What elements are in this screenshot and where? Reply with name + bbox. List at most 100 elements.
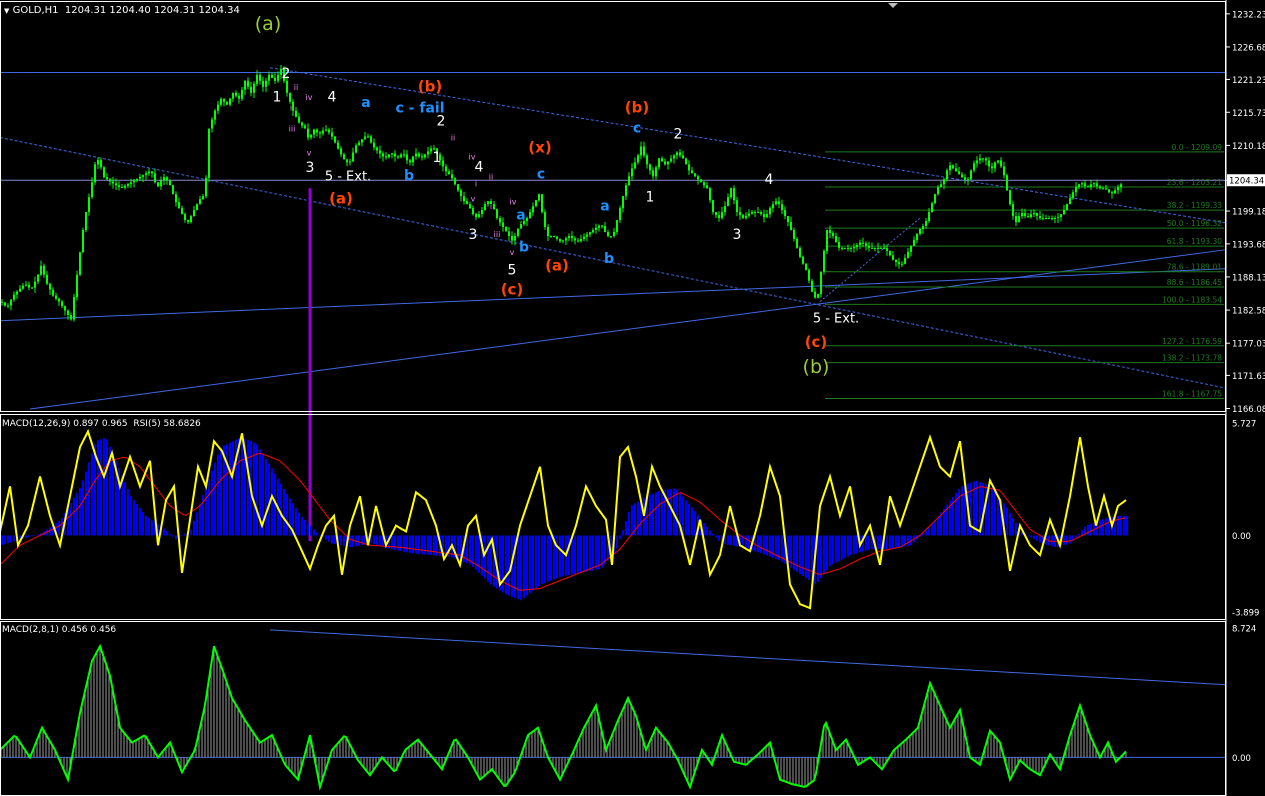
candle-body xyxy=(334,136,336,143)
candle-body xyxy=(79,252,81,275)
macd-bar xyxy=(124,482,126,536)
candle-body xyxy=(787,216,789,223)
candle-body xyxy=(610,235,612,237)
macd-bar xyxy=(577,535,579,574)
macd-bar xyxy=(328,535,330,542)
candle-body xyxy=(859,242,861,245)
candle-body xyxy=(226,101,228,105)
candle-body xyxy=(265,80,267,87)
candle-body xyxy=(844,247,846,249)
candle-body xyxy=(916,233,918,240)
macd-bar xyxy=(412,535,414,554)
candle-body xyxy=(847,247,849,249)
macd-bar xyxy=(325,535,327,540)
candle-body xyxy=(1120,184,1122,188)
macd-bar xyxy=(661,490,663,536)
candle-body xyxy=(253,83,255,93)
candle-body xyxy=(814,291,816,298)
candle-body xyxy=(526,218,528,222)
wave-label: b xyxy=(404,168,414,184)
wave-label: 1 xyxy=(646,189,655,205)
macd-bar xyxy=(145,515,147,536)
macd-bar xyxy=(70,503,72,536)
candle-body xyxy=(16,291,18,295)
macd-bar xyxy=(589,535,591,571)
candle-body xyxy=(352,152,354,162)
candle-body xyxy=(190,216,192,223)
candle-body xyxy=(58,298,60,302)
macd-bar xyxy=(997,495,999,536)
macd-bar xyxy=(286,493,288,536)
macd-bar xyxy=(130,496,132,536)
candle-body xyxy=(784,210,786,217)
candle-body xyxy=(484,204,486,211)
macd-bar xyxy=(76,493,78,536)
panel-frame xyxy=(0,414,1226,620)
candle-body xyxy=(703,182,705,186)
macd-bar xyxy=(112,453,114,536)
macd-bar xyxy=(850,535,852,556)
macd-bar xyxy=(748,535,750,550)
macd-bar xyxy=(598,535,600,570)
macd-bar xyxy=(622,530,624,536)
macd-bar xyxy=(805,535,807,578)
candle-body xyxy=(634,162,636,169)
macd-bar xyxy=(10,535,12,543)
candle-body xyxy=(1099,186,1101,189)
macd-bar xyxy=(616,535,618,549)
candle-body xyxy=(763,214,765,218)
candle-body xyxy=(223,98,225,102)
candle-body xyxy=(1018,216,1020,223)
candle-body xyxy=(289,92,291,102)
candle-body xyxy=(754,212,756,214)
candle-body xyxy=(367,136,369,138)
candle-body xyxy=(292,101,294,111)
candle-body xyxy=(817,294,819,298)
candle-body xyxy=(868,245,870,248)
wave-label: (a) xyxy=(255,13,281,35)
y-tick-label: 1221.23 xyxy=(1232,76,1265,86)
candle-body xyxy=(1000,160,1002,167)
macd-bar xyxy=(667,489,669,536)
candle-body xyxy=(562,240,564,242)
candle-body xyxy=(946,170,948,180)
fibo-level-label: 0.0 - 1209.09 xyxy=(1172,143,1223,152)
candle-body xyxy=(1039,216,1041,219)
candle-body xyxy=(286,80,288,93)
y-tick-label: 1210.18 xyxy=(1232,142,1265,152)
candle-body xyxy=(205,177,207,197)
candle-body xyxy=(691,170,693,174)
candle-body xyxy=(676,152,678,156)
candle-body xyxy=(301,122,303,126)
candle-body xyxy=(913,239,915,246)
candle-body xyxy=(892,255,894,260)
candle-body xyxy=(718,215,720,219)
candle-body xyxy=(649,164,651,171)
candle-body xyxy=(802,256,804,264)
candle-body xyxy=(592,229,594,233)
candle-body xyxy=(214,110,216,120)
dropdown-arrow-icon[interactable]: ▼ xyxy=(4,7,9,15)
fibo-level-label: 161.8 - 1167.75 xyxy=(1162,390,1222,399)
candle-body xyxy=(187,220,189,223)
macd-bar xyxy=(685,500,687,536)
candle-body xyxy=(712,200,714,213)
macd-bar xyxy=(820,535,822,578)
candle-body xyxy=(706,185,708,189)
macd-bar xyxy=(1078,533,1080,536)
macd-bar xyxy=(1006,507,1008,536)
candle-body xyxy=(319,132,321,134)
macd-bar xyxy=(352,535,354,547)
macd-bar xyxy=(706,526,708,536)
macd-bar xyxy=(586,535,588,572)
y-tick-label: -3.899 xyxy=(1232,609,1259,619)
macd-bar xyxy=(526,535,528,596)
macd-bar xyxy=(961,485,963,536)
candle-body xyxy=(826,229,828,251)
macd-bar xyxy=(247,440,249,536)
candle-body xyxy=(961,174,963,178)
macd-bar xyxy=(376,535,378,546)
candle-body xyxy=(976,160,978,164)
macd-bar xyxy=(562,535,564,577)
candle-body xyxy=(424,154,426,158)
